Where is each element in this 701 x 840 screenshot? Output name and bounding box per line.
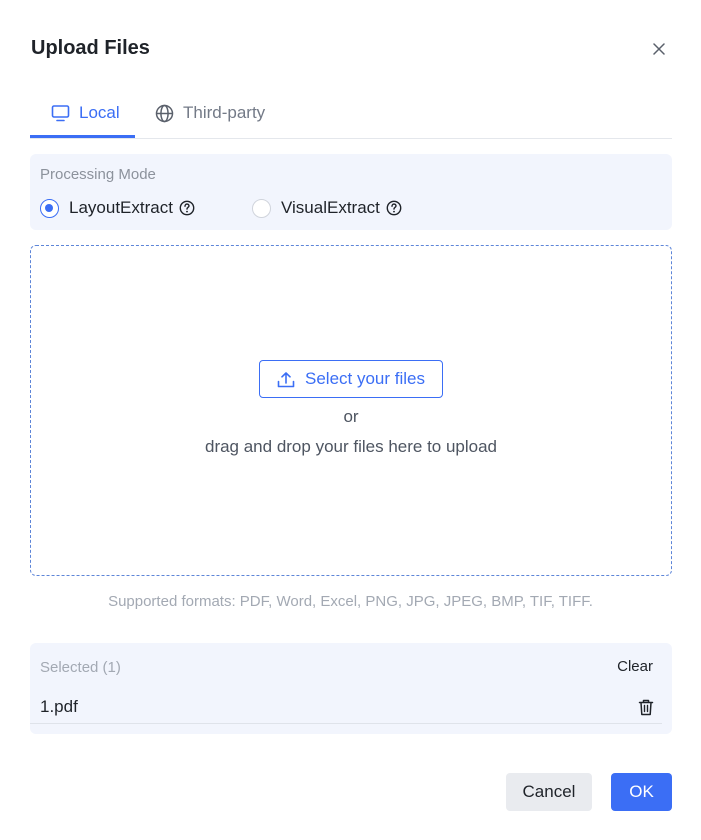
help-icon[interactable]: [179, 200, 195, 216]
radio-button-unchecked[interactable]: [252, 198, 271, 218]
tab-local[interactable]: Local: [51, 88, 120, 138]
close-icon: [653, 43, 665, 55]
globe-icon: [155, 104, 174, 123]
active-tab-indicator: [30, 135, 135, 138]
radio-visual-extract-label: VisualExtract: [281, 198, 380, 217]
processing-mode-panel: Processing Mode LayoutExtract VisualExtr…: [30, 154, 672, 230]
source-tabs: Local Third-party: [30, 88, 672, 139]
select-files-label: Select your files: [305, 369, 425, 388]
trash-icon[interactable]: [636, 697, 656, 717]
monitor-icon: [51, 104, 70, 122]
help-icon[interactable]: [386, 200, 402, 216]
tab-local-label: Local: [79, 103, 120, 122]
file-dropzone[interactable]: Select your files or drag and drop your …: [30, 245, 672, 576]
select-files-button[interactable]: Select your files: [259, 360, 443, 398]
drag-drop-hint: drag and drop your files here to upload: [204, 437, 498, 456]
radio-layout-extract[interactable]: LayoutExtract: [40, 198, 195, 218]
close-button[interactable]: [648, 38, 670, 60]
dialog-title: Upload Files: [31, 37, 150, 59]
file-name: 1.pdf: [40, 697, 78, 716]
clear-button[interactable]: Clear: [617, 658, 653, 675]
supported-formats-text: Supported formats: PDF, Word, Excel, PNG…: [108, 593, 593, 610]
or-text: or: [343, 407, 359, 426]
upload-icon: [277, 371, 295, 388]
upload-files-dialog: Upload Files Local Third-party Processin…: [0, 0, 701, 840]
radio-button-checked[interactable]: [40, 198, 59, 218]
ok-button[interactable]: OK: [611, 773, 672, 811]
cancel-button[interactable]: Cancel: [506, 773, 592, 811]
radio-layout-extract-label: LayoutExtract: [69, 198, 173, 217]
processing-mode-label: Processing Mode: [40, 166, 156, 183]
list-item: 1.pdf: [30, 687, 662, 724]
tab-third-party[interactable]: Third-party: [155, 88, 265, 138]
tab-third-party-label: Third-party: [183, 103, 266, 122]
selected-files-panel: Selected (1) Clear 1.pdf: [30, 643, 672, 734]
selected-count-label: Selected (1): [40, 659, 121, 676]
radio-visual-extract[interactable]: VisualExtract: [252, 198, 402, 218]
